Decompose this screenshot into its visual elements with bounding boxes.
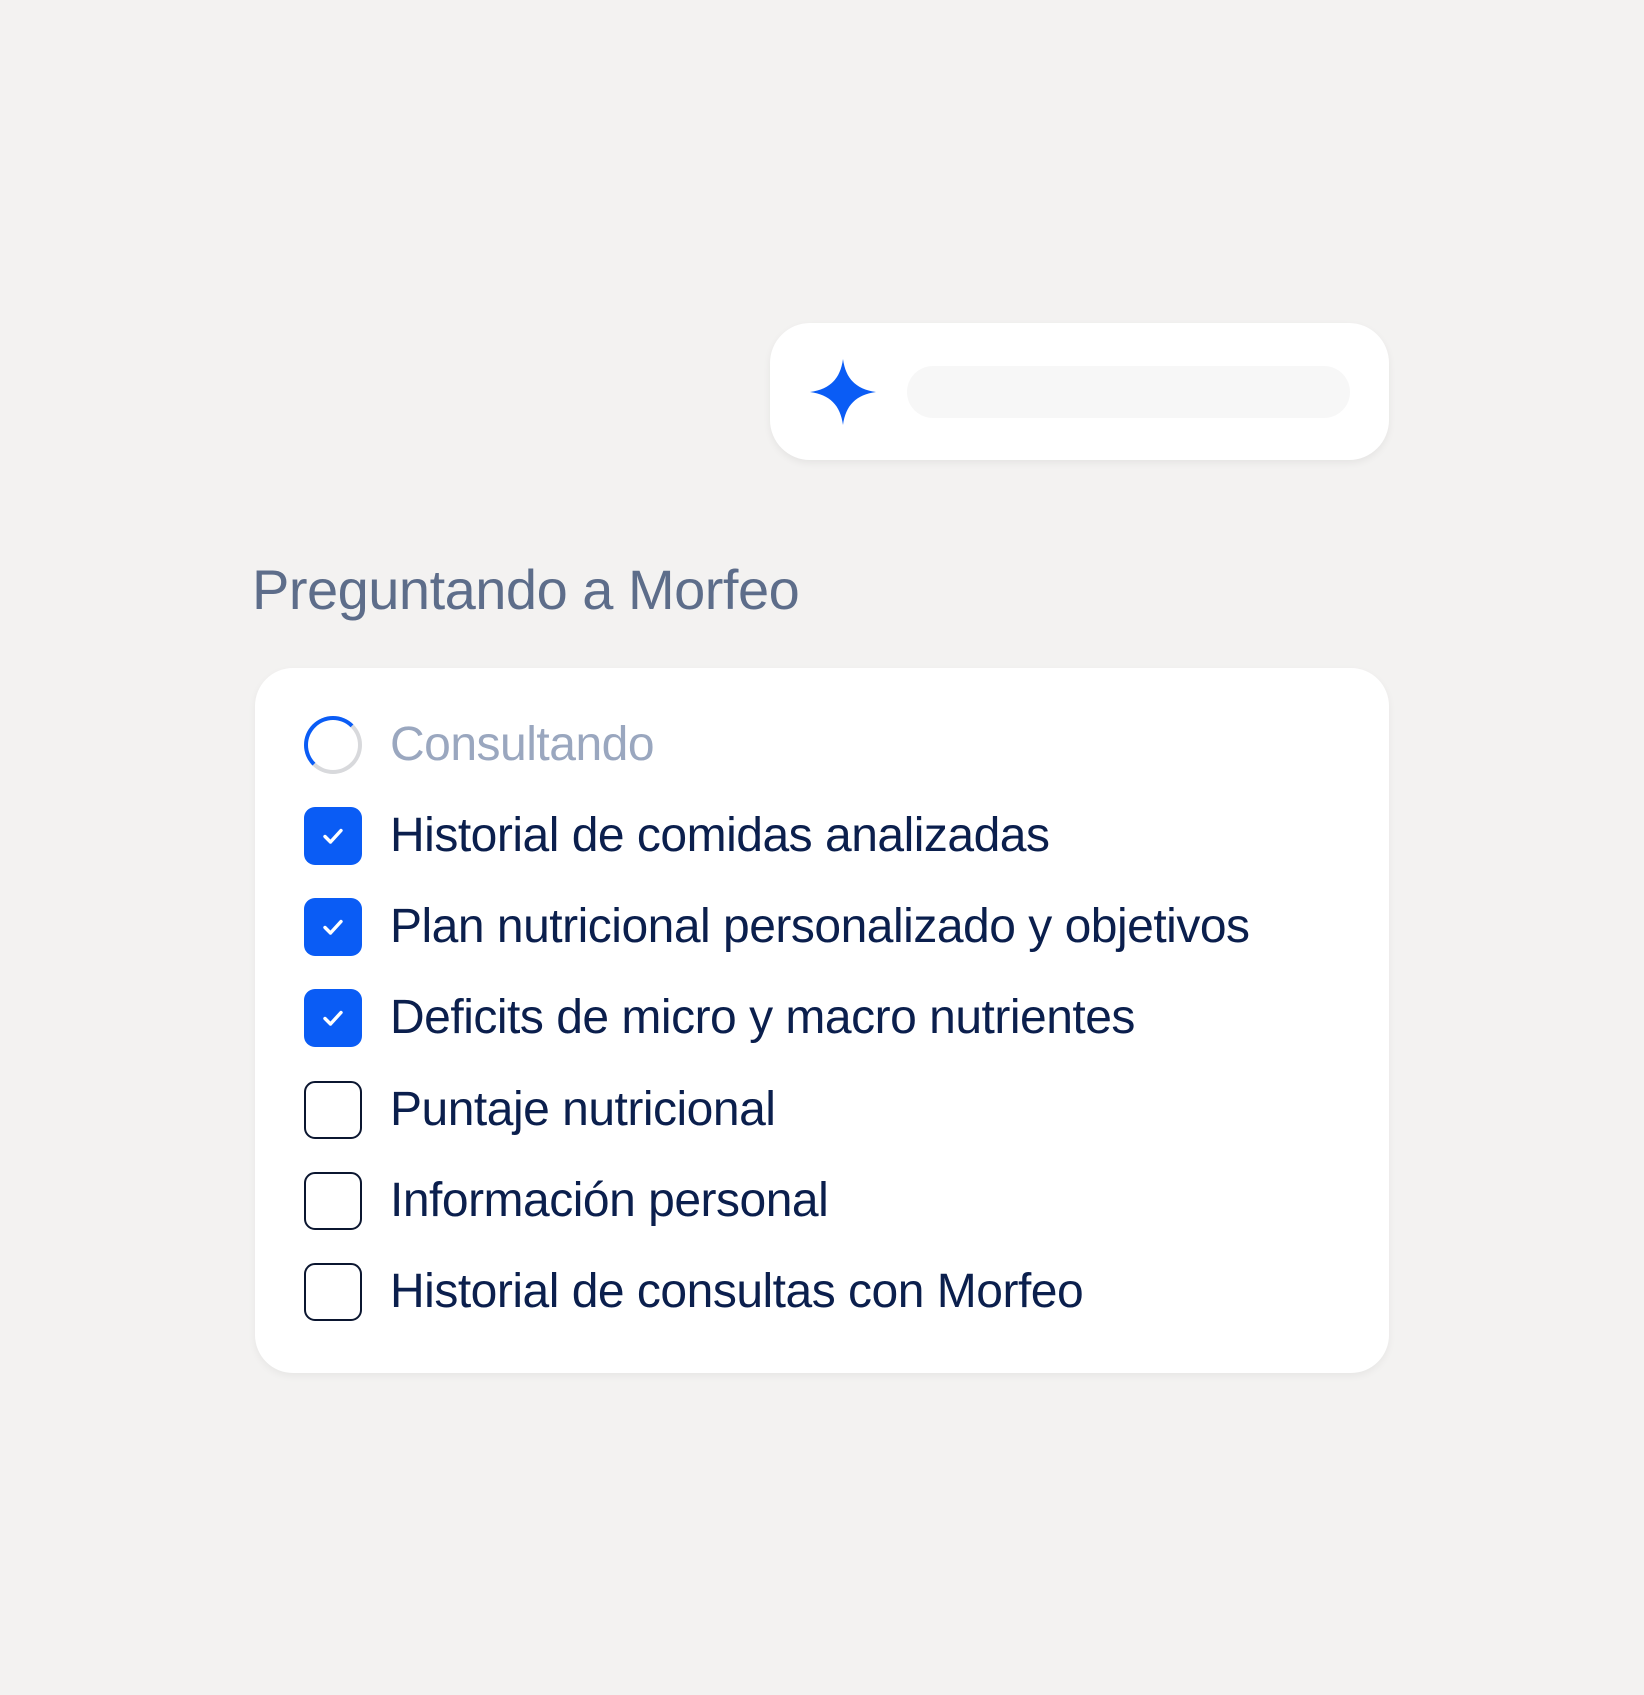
- status-row: Consultando: [304, 716, 655, 774]
- checklist-item[interactable]: Puntaje nutricional: [304, 1081, 776, 1139]
- checkbox-checked[interactable]: [304, 898, 362, 956]
- checkbox-unchecked[interactable]: [304, 1081, 362, 1139]
- checkmark-icon: [323, 828, 343, 844]
- section-title: Preguntando a Morfeo: [252, 558, 800, 621]
- status-label: Consultando: [390, 718, 655, 771]
- checkbox-checked[interactable]: [304, 989, 362, 1047]
- query-bubble: [770, 323, 1389, 460]
- checklist-item-label: Puntaje nutricional: [390, 1083, 776, 1136]
- checklist-item-label: Historial de comidas analizadas: [390, 809, 1050, 862]
- checkbox-checked[interactable]: [304, 807, 362, 865]
- checklist-item-label: Historial de consultas con Morfeo: [390, 1265, 1084, 1318]
- checkbox-unchecked[interactable]: [304, 1172, 362, 1230]
- checkbox-unchecked[interactable]: [304, 1263, 362, 1321]
- checklist-item[interactable]: Historial de consultas con Morfeo: [304, 1263, 1084, 1321]
- checklist-item-label: Plan nutricional personalizado y objetiv…: [390, 900, 1250, 953]
- checkmark-icon: [323, 919, 343, 935]
- checklist-item[interactable]: Información personal: [304, 1172, 829, 1230]
- checklist-item[interactable]: Plan nutricional personalizado y objetiv…: [304, 898, 1250, 956]
- checkmark-icon: [323, 1010, 343, 1026]
- query-text-placeholder: [907, 366, 1350, 418]
- checklist-item[interactable]: Deficits de micro y macro nutrientes: [304, 989, 1135, 1047]
- checklist-item-label: Deficits de micro y macro nutrientes: [390, 991, 1135, 1044]
- checklist-item[interactable]: Historial de comidas analizadas: [304, 807, 1050, 865]
- sparkle-icon: [810, 359, 876, 425]
- checklist-item-label: Información personal: [390, 1174, 829, 1227]
- loading-spinner-icon: [304, 716, 362, 774]
- sources-card: Consultando Historial de comidas analiza…: [255, 668, 1389, 1373]
